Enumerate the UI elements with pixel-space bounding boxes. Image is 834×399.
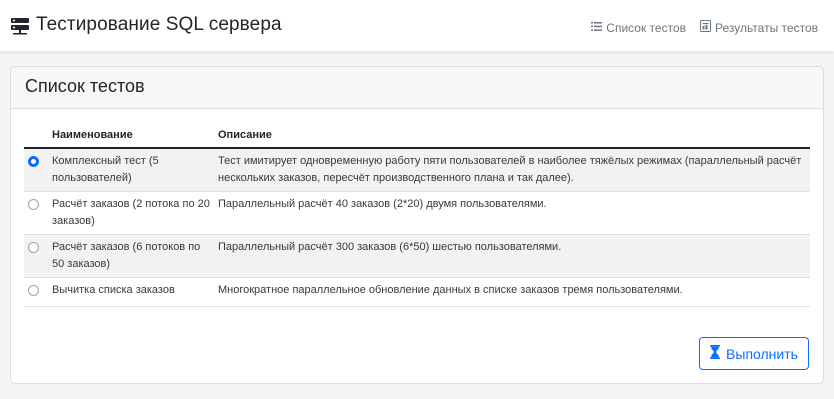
test-radio[interactable] <box>28 285 39 296</box>
report-icon <box>700 20 715 35</box>
run-button[interactable]: Выполнить <box>699 337 809 370</box>
panel-header: Список тестов <box>11 67 823 109</box>
test-description: Параллельный расчёт 300 заказов (6*50) ш… <box>214 234 810 278</box>
name-column-header: Наименование <box>48 123 214 149</box>
table-row[interactable]: Комплексный тест (5 пользователей) Тест … <box>24 148 810 192</box>
navbar: Тестирование SQL сервера Список тестов Р… <box>0 0 834 52</box>
nav-links: Список тестов Результаты тестов <box>577 20 818 35</box>
nav-results-label: Результаты тестов <box>715 20 818 35</box>
table-row[interactable]: Расчёт заказов (2 потока по 20 заказов) … <box>24 191 810 235</box>
app-title: Тестирование SQL сервера <box>36 14 282 35</box>
test-description: Многократное параллельное обновление дан… <box>214 277 810 307</box>
run-button-label: Выполнить <box>726 345 798 362</box>
test-name: Комплексный тест (5 пользователей) <box>48 148 214 192</box>
nav-tests-label: Список тестов <box>606 20 687 35</box>
test-name: Расчёт заказов (2 потока по 20 заказов) <box>48 191 214 235</box>
description-column-header: Описание <box>214 123 810 149</box>
hourglass-icon <box>710 345 726 362</box>
brand[interactable]: Тестирование SQL сервера <box>10 14 282 36</box>
test-radio[interactable] <box>28 242 39 253</box>
table-row[interactable]: Расчёт заказов (6 потоков по 50 заказов)… <box>24 234 810 278</box>
table-header-row: Наименование Описание <box>24 123 810 149</box>
test-description: Параллельный расчёт 40 заказов (2*20) дв… <box>214 191 810 235</box>
test-radio-selected[interactable] <box>28 156 39 167</box>
test-description: Тест имитирует одновременную работу пяти… <box>214 148 810 192</box>
test-name: Вычитка списка заказов <box>48 277 214 307</box>
server-icon <box>10 15 30 35</box>
table-row[interactable]: Вычитка списка заказов Многократное пара… <box>24 277 810 307</box>
list-icon <box>591 21 606 35</box>
nav-tests-link[interactable]: Список тестов <box>591 21 686 35</box>
test-name: Расчёт заказов (6 потоков по 50 заказов) <box>48 234 214 278</box>
tests-panel: Список тестов Наименование Описание Комп… <box>10 66 824 384</box>
panel-title: Список тестов <box>25 76 145 96</box>
test-radio[interactable] <box>28 199 39 210</box>
select-column-header <box>24 123 48 149</box>
nav-results-link[interactable]: Результаты тестов <box>700 20 818 35</box>
tests-table: Наименование Описание Комплексный тест (… <box>24 123 810 307</box>
